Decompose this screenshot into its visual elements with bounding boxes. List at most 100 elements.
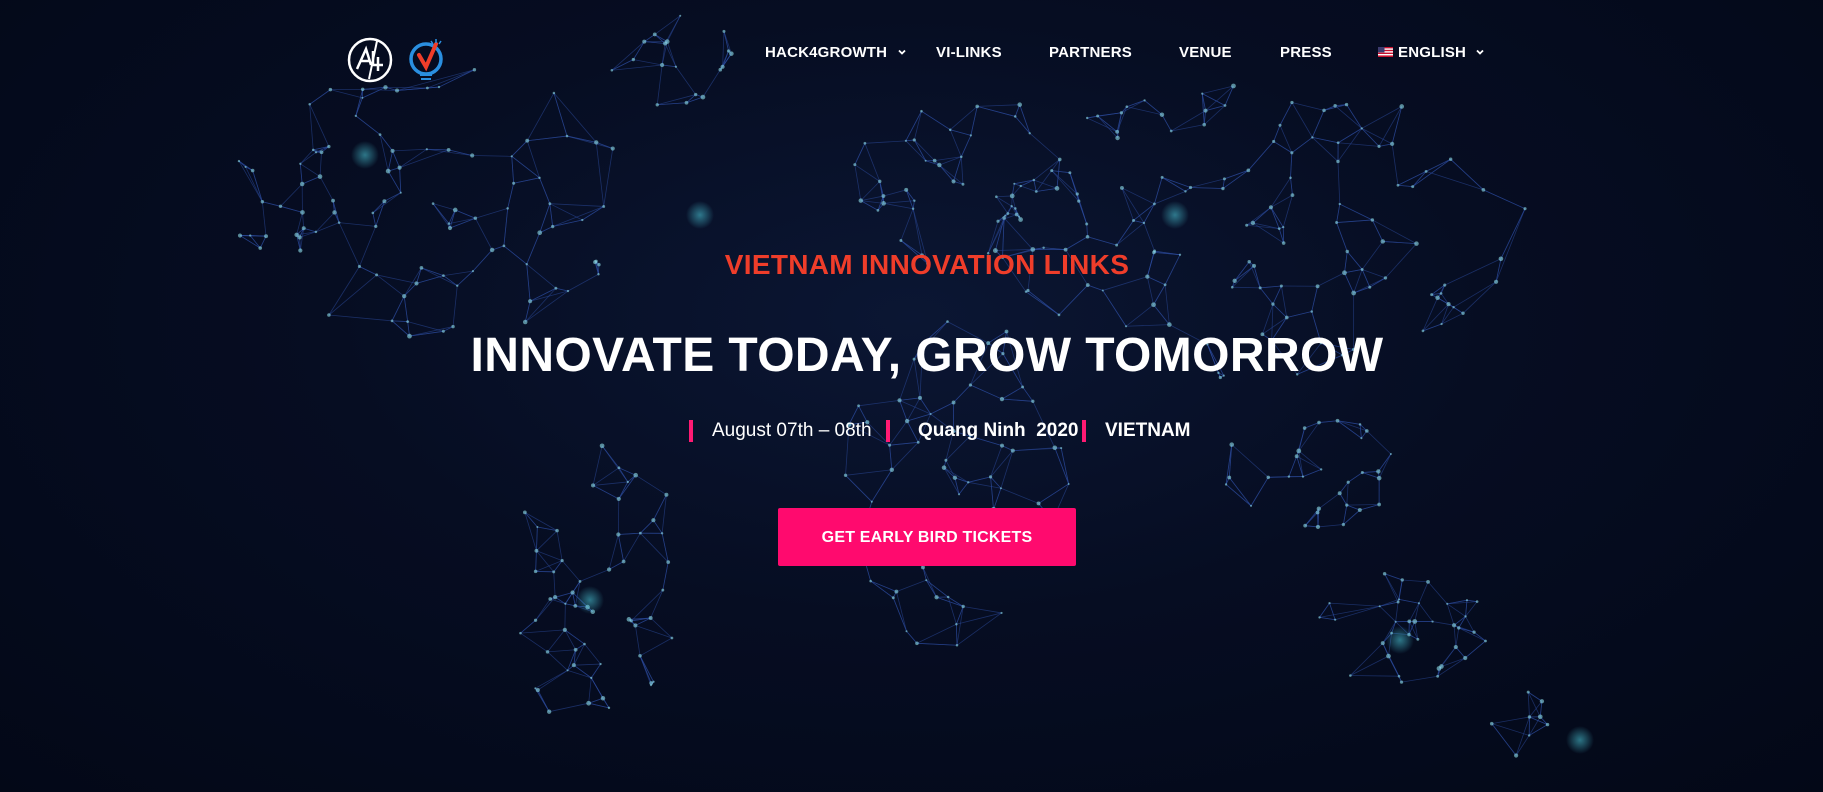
map-network-line: [549, 203, 583, 221]
map-network-line: [947, 596, 957, 625]
map-network-line: [539, 203, 551, 233]
map-network-line: [1171, 110, 1206, 132]
map-network-line: [392, 148, 427, 152]
map-network-node: [638, 653, 642, 658]
map-network-line: [958, 482, 969, 495]
map-network-line: [1011, 183, 1015, 196]
map-network-node: [1028, 132, 1031, 135]
map-network-line: [1016, 214, 1021, 220]
map-network-line: [1473, 631, 1486, 642]
map-network-line: [618, 481, 629, 500]
map-network-line: [956, 612, 1002, 646]
language-selector[interactable]: ENGLISH: [1378, 44, 1486, 62]
map-network-line: [916, 642, 958, 646]
map-network-line: [1012, 447, 1055, 452]
map-network-node: [666, 560, 671, 564]
map-network-line: [1248, 141, 1274, 171]
map-network-line: [1246, 206, 1272, 226]
nav-item-vi-links[interactable]: VI-LINKS: [936, 44, 1002, 62]
map-network-line: [372, 212, 377, 227]
map-network-line: [1087, 284, 1103, 291]
map-network-node: [553, 595, 558, 600]
map-network-node: [299, 162, 302, 165]
map-network-line: [572, 581, 581, 593]
map-network-line: [1528, 724, 1548, 736]
map-network-line: [384, 192, 401, 202]
map-network-node: [853, 163, 857, 167]
map-network-line: [1362, 472, 1380, 479]
map-network-line: [1317, 508, 1320, 513]
map-network-line: [1378, 143, 1393, 147]
map-network-node: [1014, 207, 1017, 210]
map-network-line: [968, 481, 1002, 489]
map-network-node: [1341, 522, 1346, 527]
map-network-line: [572, 592, 588, 608]
map-network-line: [1437, 293, 1442, 299]
map-network-line: [990, 450, 1014, 478]
map-network-line: [1001, 398, 1033, 402]
map-network-line: [871, 469, 893, 502]
map-network-line: [375, 201, 385, 227]
map-network-line: [455, 209, 476, 219]
map-network-line: [1382, 241, 1417, 245]
map-network-line: [1058, 284, 1089, 316]
map-network-node: [1096, 114, 1100, 118]
map-network-node: [535, 688, 540, 693]
map-network-line: [1222, 169, 1249, 189]
map-network-line: [1397, 579, 1403, 603]
map-network-node: [1057, 313, 1061, 317]
map-network-line: [860, 200, 879, 211]
map-network-line: [1259, 287, 1274, 305]
map-network-line: [1388, 655, 1400, 677]
get-tickets-button[interactable]: GET EARLY BIRD TICKETS: [778, 508, 1076, 566]
map-network-node: [1386, 653, 1391, 659]
map-network-line: [650, 681, 654, 686]
map-network-line: [1336, 203, 1341, 223]
map-network-line: [575, 605, 588, 608]
map-network-line: [315, 212, 335, 233]
map-network-line: [1273, 141, 1293, 154]
map-network-line: [1012, 447, 1062, 452]
map-network-line: [555, 287, 569, 292]
map-network-line: [539, 177, 551, 204]
map-network-line: [854, 143, 866, 165]
nav-item-press[interactable]: PRESS: [1280, 44, 1332, 62]
map-network-node: [1411, 185, 1415, 189]
map-network-line: [1359, 504, 1380, 511]
nav-item-partners[interactable]: PARTNERS: [1049, 44, 1132, 62]
map-network-line: [535, 550, 537, 572]
map-network-line: [1116, 220, 1134, 246]
map-network-node: [244, 165, 247, 169]
map-network-line: [536, 526, 538, 551]
map-network-line: [1453, 625, 1457, 648]
map-network-line: [539, 226, 553, 234]
hack4growth-logo-icon[interactable]: [347, 37, 393, 83]
vi-links-logo-icon[interactable]: [408, 35, 448, 85]
map-network-line: [1319, 602, 1330, 618]
map-network-line: [535, 560, 563, 572]
map-network-line: [618, 474, 637, 500]
map-network-node: [382, 199, 387, 204]
chevron-down-icon: [897, 49, 906, 55]
map-network-line: [1339, 492, 1348, 506]
map-network-line: [627, 474, 636, 483]
map-network-line: [1391, 621, 1397, 634]
map-network-line: [1528, 724, 1548, 736]
map-network-node: [869, 579, 872, 583]
map-network-line: [1097, 115, 1118, 133]
map-network-line: [1311, 110, 1325, 138]
map-network-node: [1377, 502, 1381, 507]
map-network-line: [513, 177, 540, 184]
map-network-line: [1027, 290, 1060, 316]
map-network-line: [1440, 284, 1446, 294]
nav-item-venue[interactable]: VENUE: [1179, 44, 1232, 62]
map-network-node: [314, 230, 318, 234]
map-network-node: [538, 176, 541, 180]
nav-item-hack4growth[interactable]: HACK4GROWTH: [765, 44, 908, 62]
map-network-line: [899, 397, 921, 401]
map-network-node: [1412, 619, 1418, 624]
map-network-line: [603, 148, 614, 207]
map-network-line: [631, 617, 651, 622]
map-network-line: [592, 467, 620, 486]
map-network-node: [331, 198, 335, 203]
